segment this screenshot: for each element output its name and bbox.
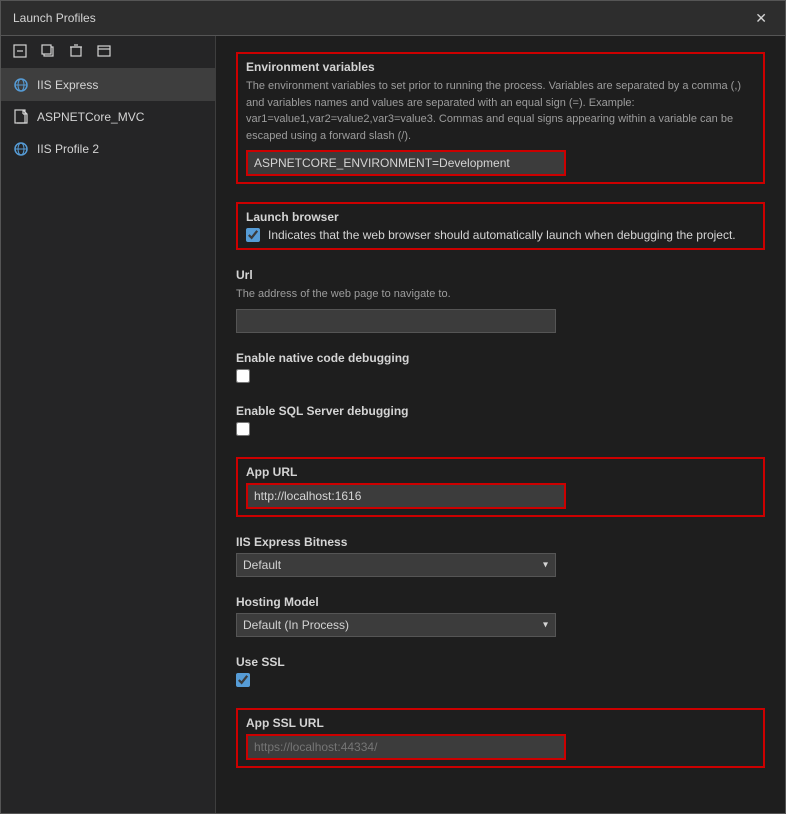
close-button[interactable]: ✕ [749,9,773,27]
sidebar-item-iis-express[interactable]: IIS Express [1,69,215,101]
profile-list: IIS Express ASPNETCore_MVC [1,69,215,813]
launch-browser-label: Launch browser [246,210,755,224]
url-section: Url The address of the web page to navig… [236,268,765,333]
hosting-model-label: Hosting Model [236,595,765,609]
copy-profile-button[interactable] [37,42,59,62]
launch-browser-checkbox[interactable] [246,228,260,242]
use-ssl-label: Use SSL [236,655,765,669]
iis-bitness-label: IIS Express Bitness [236,535,765,549]
dialog-body: IIS Express ASPNETCore_MVC [1,36,785,813]
iis-bitness-section: IIS Express Bitness Default x64 x86 [236,535,765,577]
iis-profile2-icon [13,141,29,157]
iis-express-label: IIS Express [37,78,98,92]
launch-browser-row: Indicates that the web browser should au… [246,228,755,242]
rename-profile-button[interactable] [93,42,115,62]
content-panel: Environment variables The environment va… [216,36,785,813]
app-ssl-url-label: App SSL URL [246,716,755,730]
iis-express-icon [13,77,29,93]
native-debug-checkbox[interactable] [236,369,250,383]
sql-debug-label: Enable SQL Server debugging [236,404,765,418]
launch-browser-desc: Indicates that the web browser should au… [268,228,736,242]
url-desc: The address of the web page to navigate … [236,286,765,303]
app-url-input[interactable] [246,483,566,509]
app-ssl-url-section: App SSL URL [236,708,765,768]
dialog-title: Launch Profiles [13,11,96,25]
native-debug-section: Enable native code debugging [236,351,765,386]
iis-bitness-select[interactable]: Default x64 x86 [236,553,556,577]
app-url-section: App URL [236,457,765,517]
hosting-model-section: Hosting Model Default (In Process) In Pr… [236,595,765,637]
iis-bitness-wrapper: Default x64 x86 [236,553,556,577]
app-url-label: App URL [246,465,755,479]
url-label: Url [236,268,765,282]
add-profile-button[interactable] [9,42,31,62]
app-ssl-url-input[interactable] [246,734,566,760]
sql-debug-section: Enable SQL Server debugging [236,404,765,439]
delete-profile-button[interactable] [65,42,87,62]
url-input[interactable] [236,309,556,333]
hosting-model-select[interactable]: Default (In Process) In Process Out Of P… [236,613,556,637]
use-ssl-checkbox[interactable] [236,673,250,687]
aspnetcore-icon [13,109,29,125]
env-vars-label: Environment variables [246,60,755,74]
url-input-area [236,309,765,333]
hosting-model-wrapper: Default (In Process) In Process Out Of P… [236,613,556,637]
title-bar: Launch Profiles ✕ [1,1,785,36]
env-vars-input[interactable] [246,150,566,176]
sidebar-item-iis-profile2[interactable]: IIS Profile 2 [1,133,215,165]
sidebar-item-aspnetcore[interactable]: ASPNETCore_MVC [1,101,215,133]
aspnetcore-label: ASPNETCore_MVC [37,110,144,124]
env-vars-section: Environment variables The environment va… [236,52,765,184]
native-debug-label: Enable native code debugging [236,351,765,365]
env-vars-desc: The environment variables to set prior t… [246,78,755,144]
iis-profile2-label: IIS Profile 2 [37,142,99,156]
sql-debug-checkbox[interactable] [236,422,250,436]
toolbar [1,36,215,69]
launch-profiles-dialog: Launch Profiles ✕ [0,0,786,814]
use-ssl-section: Use SSL [236,655,765,690]
sidebar: IIS Express ASPNETCore_MVC [1,36,216,813]
launch-browser-section: Launch browser Indicates that the web br… [236,202,765,250]
